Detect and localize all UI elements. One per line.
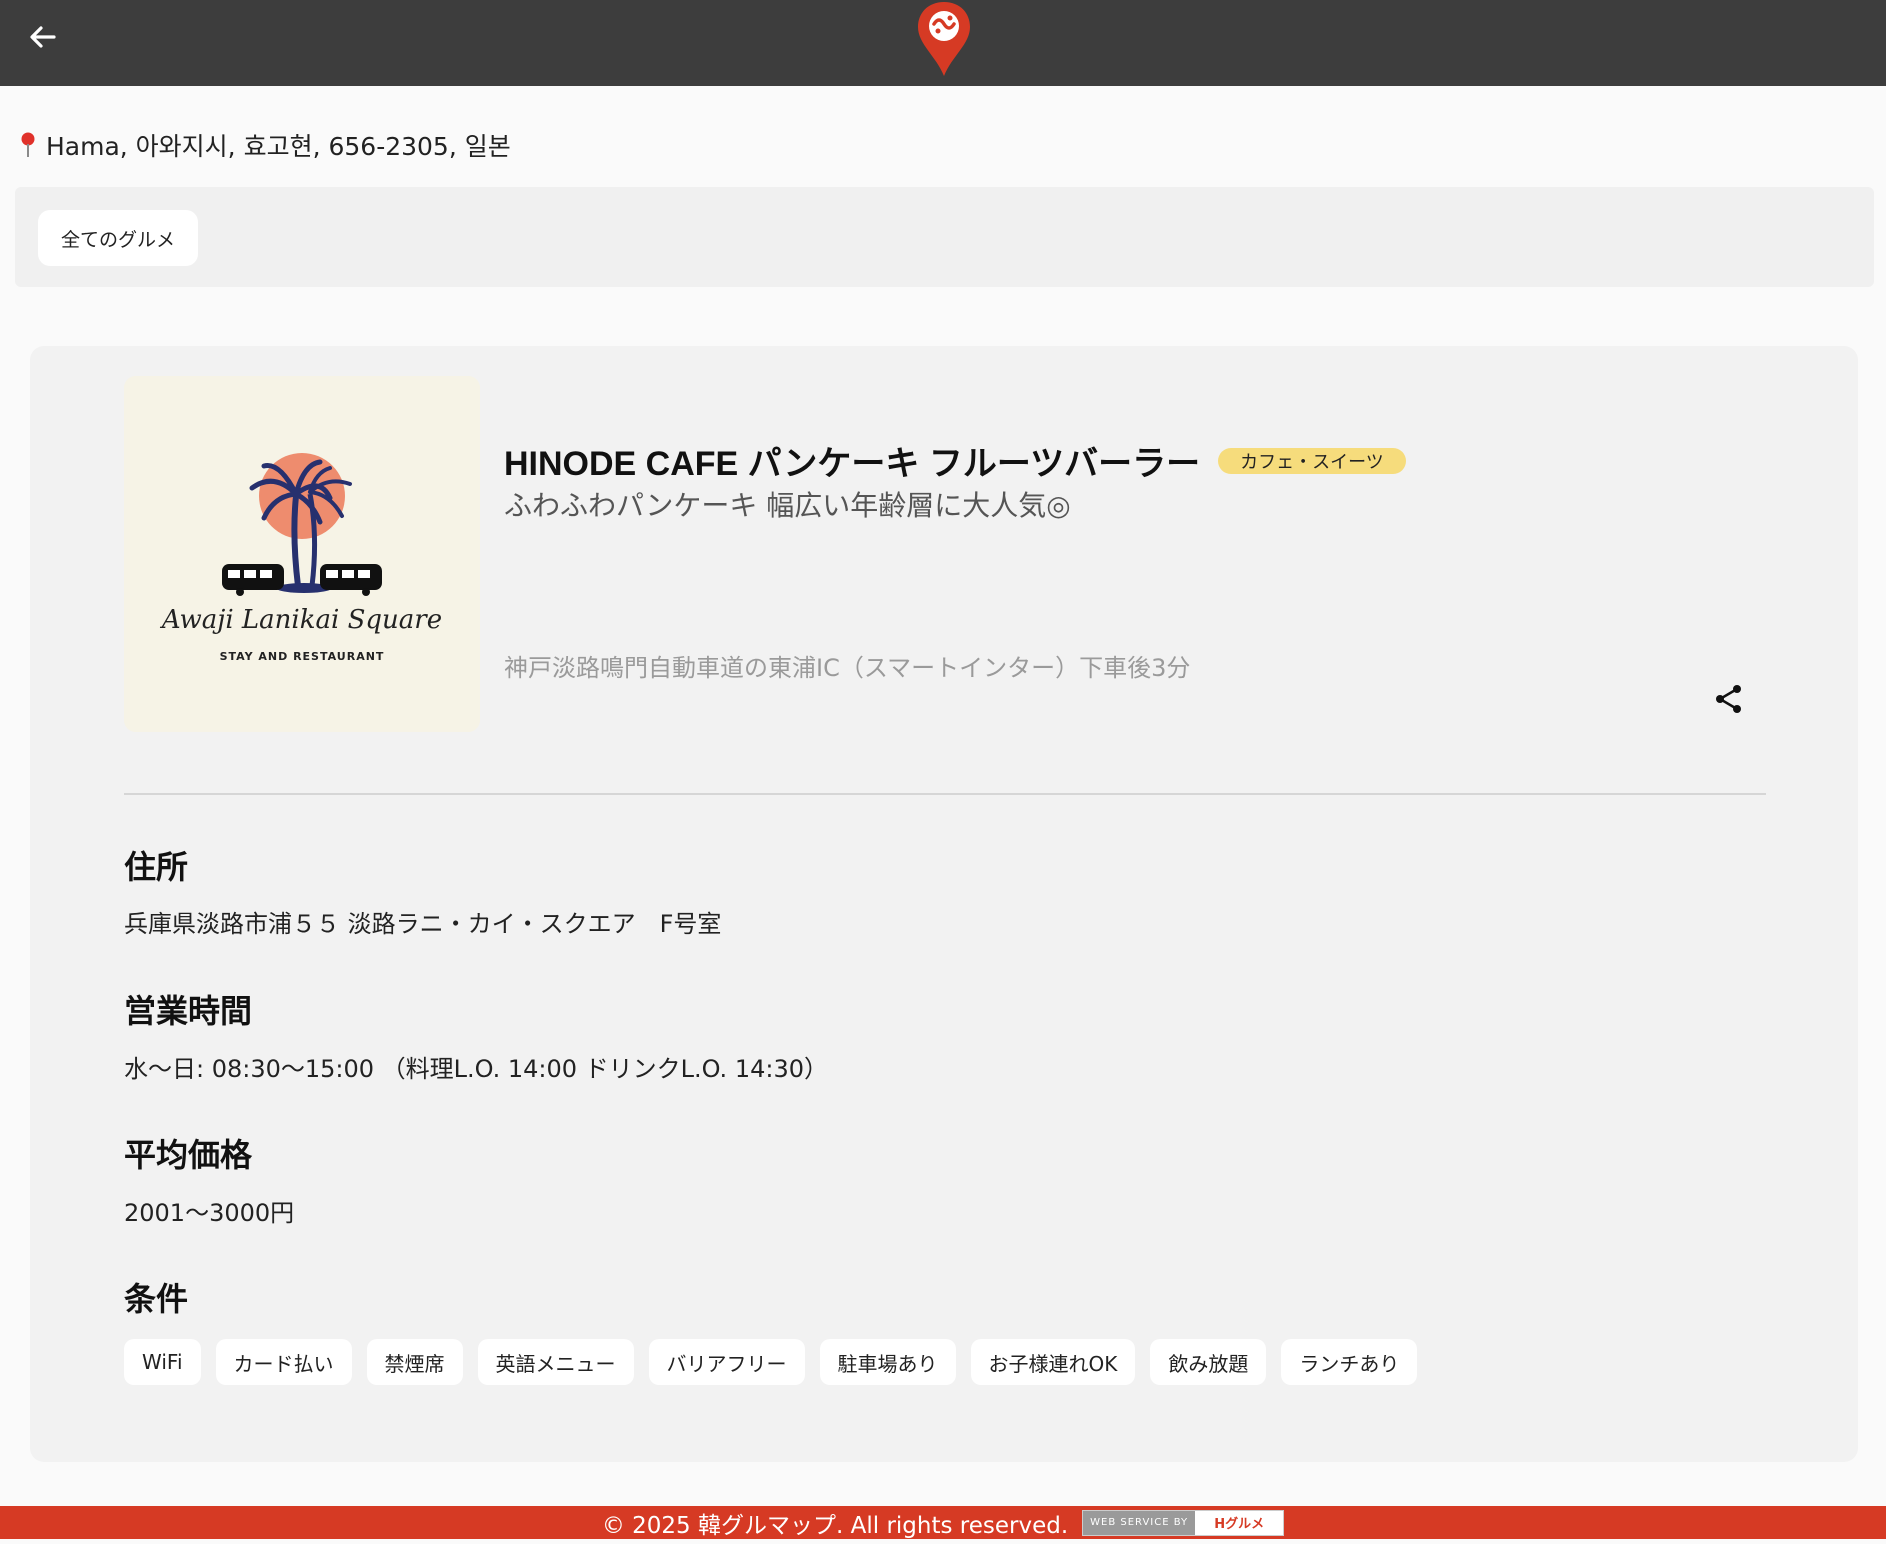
- condition-tag: 禁煙席: [366, 1339, 463, 1385]
- footer: © 2025 韓グルマップ. All rights reserved. WEB …: [0, 1506, 1886, 1539]
- share-icon: [1716, 685, 1741, 713]
- condition-tag: 飲み放題: [1150, 1339, 1267, 1385]
- condition-tag: お子様連れOK: [970, 1339, 1136, 1385]
- conditions-tags: WiFi カード払い 禁煙席 英語メニュー バリアフリー 駐車場あり お子様連れ…: [124, 1339, 1418, 1385]
- condition-tag: ランチあり: [1281, 1339, 1418, 1385]
- all-gourmet-filter-chip[interactable]: 全てのグルメ: [38, 210, 199, 266]
- condition-tag: WiFi: [124, 1339, 201, 1385]
- category-badge: カフェ・スイーツ: [1218, 447, 1406, 474]
- condition-tag: バリアフリー: [648, 1339, 805, 1385]
- web-service-credit-banner[interactable]: WEB SERVICE BY Hグルメ: [1082, 1509, 1285, 1536]
- share-button[interactable]: [1712, 682, 1746, 716]
- condition-tag: 駐車場あり: [819, 1339, 956, 1385]
- location-text: Hama, 아와지시, 효고현, 656-2305, 일본: [46, 132, 511, 161]
- app-logo[interactable]: [914, 0, 974, 78]
- shop-name: HINODE CAFE パンケーキ フルーツバーラー: [504, 445, 1201, 483]
- divider: [124, 793, 1766, 795]
- current-location: Hama, 아와지시, 효고현, 656-2305, 일본: [18, 128, 511, 162]
- pin-icon: [21, 132, 35, 157]
- price-value: 2001〜3000円: [124, 1199, 295, 1227]
- shop-image: Awaji Lanikai Square STAY AND RESTAURANT: [124, 376, 480, 732]
- shop-catchphrase: ふわふわパンケーキ 幅広い年齢層に大人気◎: [504, 489, 1071, 522]
- filter-bar: 全てのグルメ: [15, 187, 1874, 287]
- shop-detail-card: Awaji Lanikai Square STAY AND RESTAURANT…: [30, 346, 1858, 1462]
- map-pin-logo-icon: [918, 2, 970, 76]
- credit-right-label: Hグルメ: [1195, 1510, 1284, 1535]
- address-value: 兵庫県淡路市浦５５ 淡路ラニ・カイ・スクエア F号室: [124, 910, 722, 938]
- back-button[interactable]: [26, 20, 60, 54]
- shop-logo-image: Awaji Lanikai Square STAY AND RESTAURANT: [124, 376, 480, 732]
- shop-logo-sub: STAY AND RESTAURANT: [220, 650, 385, 663]
- copyright-text: © 2025 韓グルマップ. All rights reserved.: [601, 1512, 1069, 1539]
- hours-heading: 営業時間: [124, 992, 253, 1030]
- condition-tag: 英語メニュー: [477, 1339, 634, 1385]
- address-heading: 住所: [124, 848, 189, 886]
- hours-value: 水〜日: 08:30〜15:00 （料理L.O. 14:00 ドリンクL.O. …: [124, 1055, 828, 1083]
- shop-access: 神戸淡路鳴門自動車道の東浦IC（スマートインター）下車後3分: [504, 654, 1191, 682]
- conditions-heading: 条件: [124, 1280, 189, 1318]
- top-app-bar: [0, 0, 1886, 86]
- credit-left-label: WEB SERVICE BY: [1083, 1510, 1196, 1535]
- shop-logo-script: Awaji Lanikai Square: [160, 605, 442, 635]
- shop-title-row: HINODE CAFE パンケーキ フルーツバーラー カフェ・スイーツ: [504, 436, 1406, 485]
- condition-tag: カード払い: [215, 1339, 352, 1385]
- price-heading: 平均価格: [124, 1136, 253, 1174]
- arrow-left-icon: [30, 26, 56, 48]
